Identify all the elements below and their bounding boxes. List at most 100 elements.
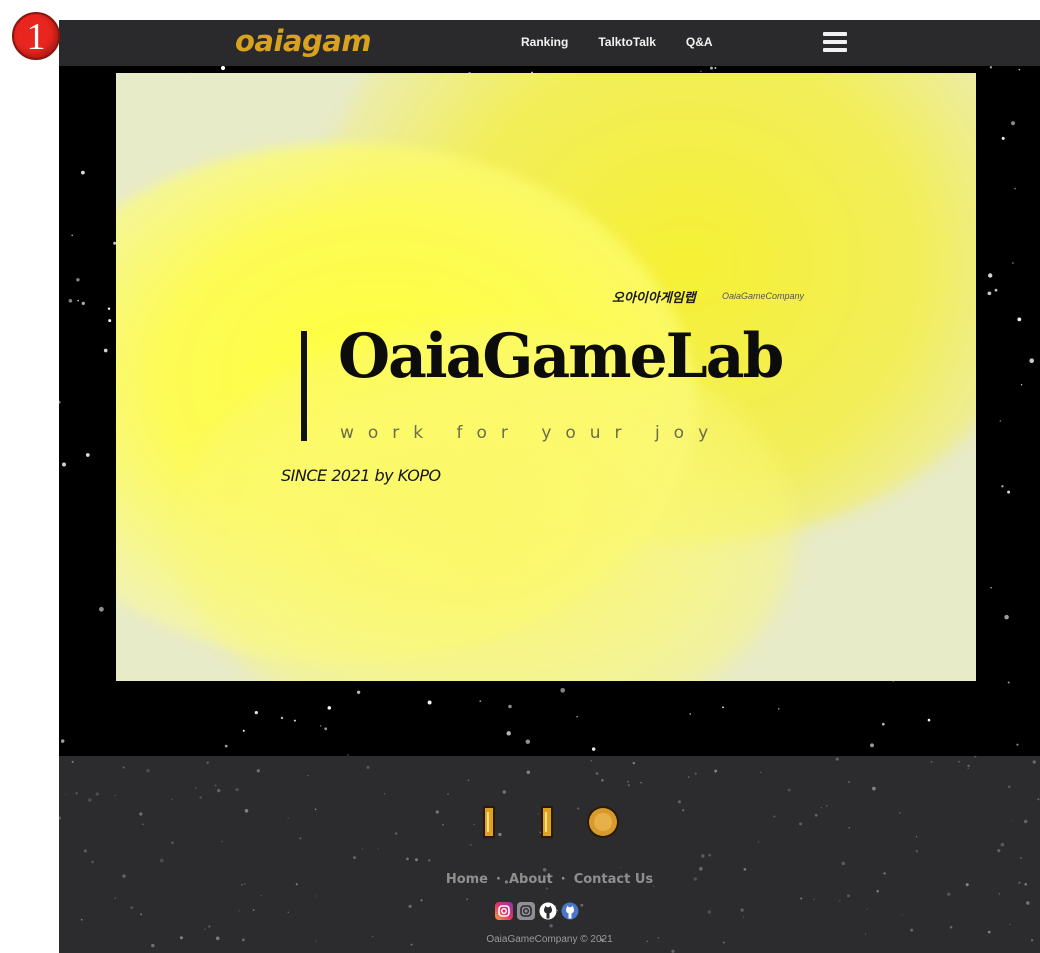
star	[88, 798, 92, 802]
star	[469, 843, 472, 846]
star	[324, 727, 328, 731]
github-icon[interactable]	[539, 902, 557, 920]
star	[65, 793, 67, 795]
star	[546, 887, 548, 890]
star	[81, 170, 85, 175]
star	[140, 913, 143, 916]
star	[1009, 923, 1011, 925]
star	[171, 841, 174, 844]
star	[671, 949, 675, 953]
star	[235, 788, 239, 792]
star	[506, 731, 511, 736]
star	[974, 756, 977, 758]
star	[479, 700, 482, 703]
star	[998, 893, 1001, 895]
hero-brand-title: OaiaGameLab	[338, 321, 784, 392]
star	[85, 453, 90, 457]
star	[591, 747, 596, 751]
star	[114, 897, 116, 899]
star	[81, 301, 85, 306]
star	[256, 769, 260, 773]
star	[595, 772, 599, 775]
star	[987, 291, 992, 296]
star	[957, 760, 960, 763]
star	[799, 822, 802, 826]
star	[107, 307, 111, 310]
instagram-icon[interactable]	[495, 902, 513, 920]
star	[997, 848, 1001, 853]
star	[1012, 262, 1014, 264]
hero-accent-bar	[301, 331, 307, 441]
hamburger-menu-icon[interactable]	[823, 32, 847, 52]
star	[91, 860, 94, 864]
star	[80, 918, 83, 921]
star	[989, 66, 993, 69]
star	[876, 889, 880, 893]
star	[216, 788, 221, 793]
star	[800, 897, 803, 900]
instagram-icon[interactable]	[517, 902, 535, 920]
star	[627, 784, 631, 787]
star	[619, 867, 622, 869]
star	[760, 771, 762, 773]
star	[114, 794, 116, 797]
footer-separator: ·	[496, 872, 501, 887]
star	[846, 894, 850, 898]
star	[254, 710, 258, 715]
star	[1037, 798, 1040, 801]
nav-link-ranking[interactable]: Ranking	[521, 35, 568, 49]
star	[139, 812, 143, 816]
star	[580, 903, 584, 907]
star	[320, 725, 322, 727]
coin-icon	[541, 806, 553, 838]
star	[280, 716, 284, 720]
nav-link-qa[interactable]: Q&A	[686, 35, 713, 49]
star	[142, 823, 144, 825]
star	[930, 761, 933, 763]
star	[415, 858, 418, 862]
star	[352, 856, 357, 860]
star	[508, 704, 512, 709]
star	[814, 813, 818, 817]
star	[915, 849, 919, 853]
star	[560, 687, 566, 693]
star	[927, 718, 931, 722]
github-icon[interactable]	[561, 902, 579, 920]
star	[967, 764, 970, 768]
star	[1007, 681, 1010, 684]
star	[383, 793, 386, 795]
site-logo[interactable]: oaiagam	[235, 24, 372, 58]
star	[740, 908, 744, 912]
site-footer: Home · About · Contact Us OaiaGameCompany © …	[59, 756, 1040, 953]
star	[787, 788, 791, 792]
star	[220, 66, 226, 71]
footer-link-about[interactable]: About	[509, 872, 553, 887]
star	[835, 757, 839, 761]
star	[361, 848, 364, 850]
star	[1029, 358, 1035, 364]
star	[990, 586, 992, 589]
hero-banner: 오아이아게임랩 OaiaGameCompany OaiaGameLab work…	[116, 73, 976, 681]
star	[408, 904, 412, 909]
star	[199, 796, 202, 799]
star	[839, 900, 841, 902]
star	[707, 910, 711, 914]
star	[366, 766, 370, 769]
footer-link-contact[interactable]: Contact Us	[574, 872, 653, 887]
nav-link-talktotalk[interactable]: TalktoTalk	[598, 35, 656, 49]
star	[947, 892, 951, 896]
star	[108, 319, 112, 323]
star	[195, 787, 197, 789]
star	[1026, 901, 1030, 905]
star	[435, 810, 439, 814]
star	[356, 690, 361, 694]
star	[1032, 760, 1036, 764]
star	[700, 70, 702, 72]
star	[467, 779, 470, 782]
star	[682, 809, 685, 812]
star	[99, 606, 104, 612]
star	[949, 926, 953, 929]
footer-link-home[interactable]: Home	[446, 872, 488, 887]
star	[502, 790, 506, 794]
star	[1012, 820, 1014, 822]
